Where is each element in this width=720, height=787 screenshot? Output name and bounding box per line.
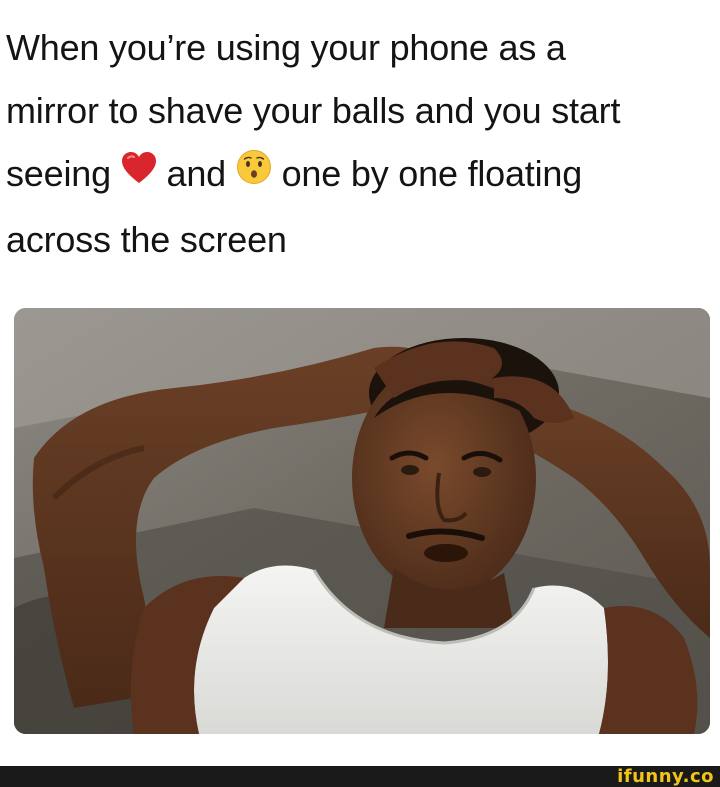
caption-text-and: and <box>166 153 227 194</box>
watermark-bar: ifunny.co <box>0 766 720 787</box>
meme-page: When you’re using your phone as a mirror… <box>0 0 720 787</box>
red-heart-icon <box>121 141 157 204</box>
caption-line-4: across the screen <box>6 218 287 260</box>
meme-caption: When you’re using your phone as a mirror… <box>6 16 714 271</box>
caption-line-1: When you’re using your phone as a <box>6 27 566 68</box>
caption-text-one-by-one: one by one floating <box>281 153 583 194</box>
caption-line-3: seeing and one by one floating <box>6 142 714 208</box>
caption-line-2: mirror to shave your balls and you start <box>6 90 621 131</box>
reaction-photo <box>14 308 710 734</box>
ifunny-watermark: ifunny.co <box>617 766 714 787</box>
hushed-face-icon <box>236 141 272 204</box>
caption-text-seeing: seeing <box>6 153 111 194</box>
